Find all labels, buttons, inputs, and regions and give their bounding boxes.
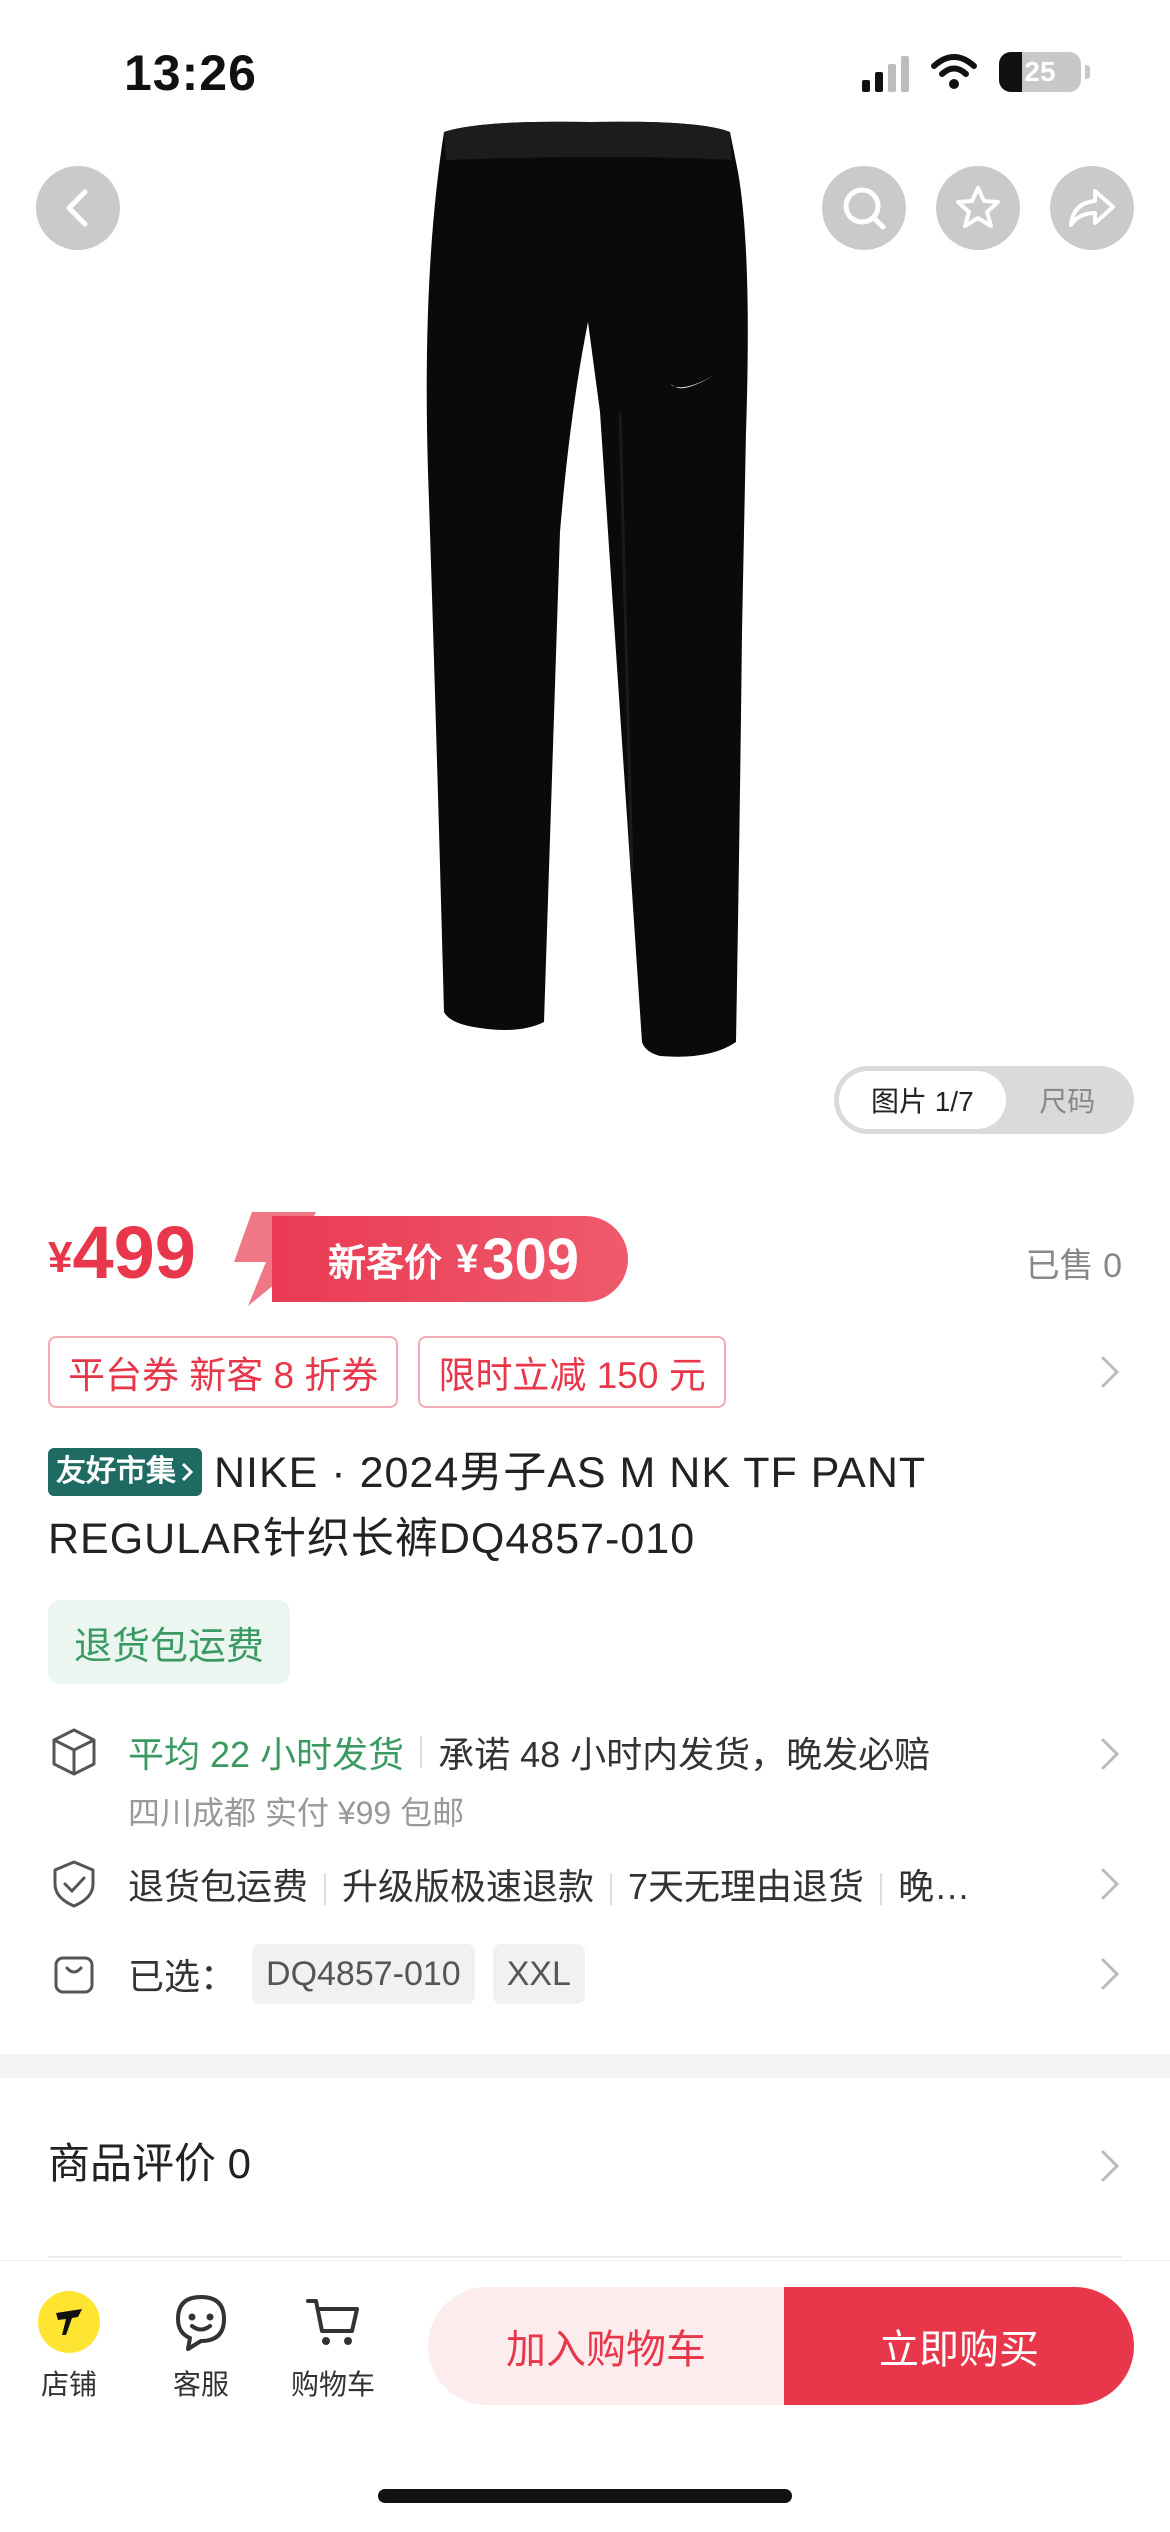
currency-symbol: ¥	[48, 1233, 73, 1282]
cart-button[interactable]: 购物车	[278, 2291, 388, 2403]
selected-style-chip[interactable]: DQ4857-010	[252, 1944, 475, 2004]
store-logo-icon	[38, 2291, 100, 2353]
selection-label: 已选：	[128, 1956, 237, 1997]
shipping-highlight: 平均 22 小时发货	[128, 1734, 405, 1775]
home-indicator[interactable]	[378, 2489, 792, 2503]
package-icon	[52, 1728, 96, 1776]
shipping-sub: 四川成都 实付 ¥99 包邮	[128, 1795, 465, 1831]
sold-count: 已售 0	[1025, 1247, 1122, 1285]
chevron-right-icon[interactable]	[1098, 1864, 1122, 1904]
shield-check-icon	[53, 1860, 95, 1908]
cart-label: 购物车	[290, 2369, 375, 2400]
new-customer-label: 新客价	[328, 1242, 443, 1285]
bag-icon	[54, 1956, 94, 1994]
shipping-promise: 承诺 48 小时内发货，晚发必赔	[438, 1734, 931, 1775]
chevron-left-icon	[66, 189, 88, 227]
new-customer-price: 309	[482, 1226, 580, 1292]
chevron-right-icon[interactable]	[1098, 1352, 1122, 1392]
original-price: ¥499	[48, 1210, 196, 1295]
product-gallery[interactable]: 图片 1/7 尺码	[0, 0, 1170, 1160]
selection-row[interactable]: 已选： DQ4857-010 XXL	[48, 1944, 1122, 2004]
back-button[interactable]	[36, 166, 120, 250]
add-to-cart-button[interactable]: 加入购物车	[428, 2287, 784, 2405]
original-price-value: 499	[72, 1211, 196, 1294]
chevron-right-icon	[181, 1462, 194, 1482]
favorite-button[interactable]	[936, 166, 1020, 250]
search-button[interactable]	[822, 166, 906, 250]
bottom-action-bar: 店铺 客服 购物车 加入购物车 立即购买	[0, 2260, 1170, 2532]
guarantee-item: 退货包运费	[128, 1866, 309, 1907]
divider	[48, 2256, 1122, 2258]
guarantee-list: 退货包运费 升级版极速退款 7天无理由退货 晚…	[128, 1858, 1028, 1910]
cart-icon	[306, 2299, 359, 2345]
guarantee-row[interactable]: 退货包运费 升级版极速退款 7天无理由退货 晚…	[48, 1856, 1122, 1912]
coupon-row[interactable]: 平台券 新客 8 折券 限时立减 150 元	[48, 1336, 1122, 1408]
share-button[interactable]	[1050, 166, 1134, 250]
product-image[interactable]	[420, 112, 760, 1072]
store-button[interactable]: 店铺	[14, 2291, 124, 2403]
coupon-platform[interactable]: 平台券 新客 8 折券	[48, 1336, 399, 1408]
section-divider	[0, 2054, 1170, 2078]
market-badge[interactable]: 友好市集	[48, 1448, 202, 1496]
selected-size-chip[interactable]: XXL	[492, 1944, 585, 2004]
gallery-tabs: 图片 1/7 尺码	[834, 1066, 1134, 1134]
shipping-row[interactable]: 平均 22 小时发货 承诺 48 小时内发货，晚发必赔	[48, 1724, 1122, 1780]
tab-images[interactable]: 图片 1/7	[839, 1071, 1006, 1129]
service-label: 客服	[172, 2369, 229, 2400]
star-icon	[956, 186, 1000, 228]
free-return-tag: 退货包运费	[48, 1600, 291, 1684]
new-price-currency: ¥	[456, 1236, 479, 1281]
price-row: ¥499 新客价 ¥ 309 已售 0	[48, 1208, 1122, 1308]
tab-size[interactable]: 尺码	[1006, 1071, 1129, 1129]
chevron-right-icon[interactable]	[1098, 1734, 1122, 1774]
share-icon	[1069, 189, 1115, 227]
buy-now-button[interactable]: 立即购买	[784, 2287, 1134, 2405]
guarantee-item: 升级版极速退款	[342, 1866, 595, 1907]
coupon-limited[interactable]: 限时立减 150 元	[418, 1336, 726, 1408]
chevron-right-icon[interactable]	[1098, 2146, 1122, 2186]
chat-icon	[176, 2295, 226, 2351]
product-title-block: 友好市集 NIKE · 2024男子AS M NK TF PANT REGULAR…	[48, 1440, 1122, 1572]
guarantee-item: 晚…	[898, 1866, 971, 1907]
customer-service-button[interactable]: 客服	[146, 2291, 256, 2403]
search-icon	[843, 187, 886, 230]
chevron-right-icon[interactable]	[1098, 1954, 1122, 1994]
guarantee-item: 7天无理由退货	[628, 1866, 865, 1907]
store-label: 店铺	[40, 2369, 97, 2400]
reviews-heading[interactable]: 商品评价 0	[48, 2130, 251, 2191]
